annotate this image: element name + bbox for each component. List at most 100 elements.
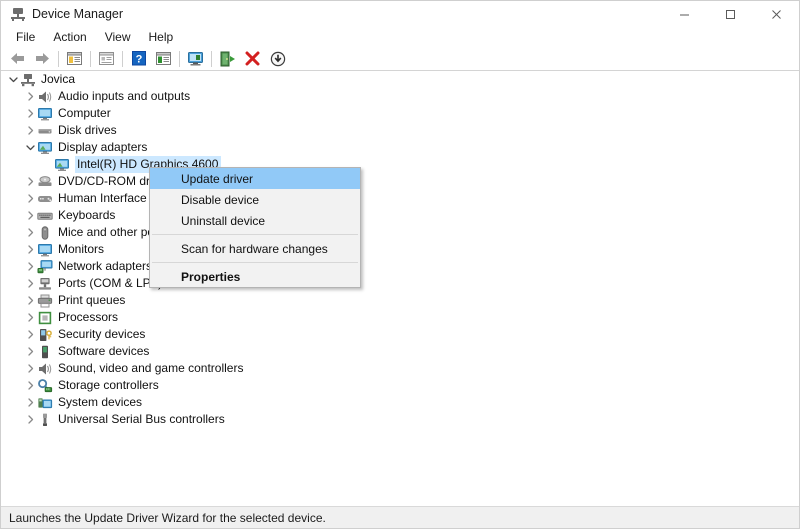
tree-row-label: Print queues <box>58 293 126 307</box>
tree-row-label: Network adapters <box>58 259 153 273</box>
chevron-right-icon[interactable] <box>24 411 37 428</box>
uninstall-device-button[interactable] <box>240 48 265 70</box>
tree-row-label: Display adapters <box>58 140 148 154</box>
view-list-button[interactable] <box>151 48 176 70</box>
properties-button[interactable] <box>94 48 119 70</box>
menu-file[interactable]: File <box>7 28 44 46</box>
menu-view[interactable]: View <box>96 28 140 46</box>
toolbar: ? <box>1 46 799 71</box>
storage-controller-icon <box>37 378 53 394</box>
update-driver-button[interactable] <box>215 48 240 70</box>
tree-row-dvd-cd-rom-drives[interactable]: DVD/CD-ROM drives <box>1 173 799 190</box>
chevron-right-icon[interactable] <box>24 292 37 309</box>
chevron-right-icon[interactable] <box>24 360 37 377</box>
chevron-right-icon[interactable] <box>24 343 37 360</box>
menu-help[interactable]: Help <box>140 28 183 46</box>
tree-row-label: Ports (COM & LPT) <box>58 276 163 290</box>
toolbar-separator-1 <box>58 50 59 67</box>
chevron-right-icon[interactable] <box>24 326 37 343</box>
computer-root-icon <box>20 72 36 88</box>
tree-row-label: Keyboards <box>58 208 116 222</box>
device-tree-pane[interactable]: Jovica Audio inputs and outputs Computer… <box>1 71 799 507</box>
chevron-right-icon[interactable] <box>24 394 37 411</box>
minimize-button[interactable] <box>661 1 707 27</box>
tree-row-print-queues[interactable]: Print queues <box>1 292 799 309</box>
tree-row-mice-and-other-pointing-devices[interactable]: Mice and other pointing devices <box>1 224 799 241</box>
svg-text:?: ? <box>135 54 142 66</box>
tree-row-audio-inputs-and-outputs[interactable]: Audio inputs and outputs <box>1 88 799 105</box>
chevron-right-icon[interactable] <box>24 275 37 292</box>
tree-row-disk-drives[interactable]: Disk drives <box>1 122 799 139</box>
tree-row-processors[interactable]: Processors <box>1 309 799 326</box>
tree-row-root[interactable]: Jovica <box>1 71 799 88</box>
monitor-icon <box>37 106 53 122</box>
context-menu[interactable]: Update driver Disable device Uninstall d… <box>149 167 361 288</box>
tree-row-label: Jovica <box>41 72 76 86</box>
chevron-down-icon[interactable] <box>24 139 37 156</box>
dvd-drive-icon <box>37 174 53 190</box>
scan-for-hardware-changes-button[interactable] <box>183 48 208 70</box>
speaker-icon <box>37 361 53 377</box>
title-bar: Device Manager <box>1 1 799 27</box>
tree-row-ports-com-and-lpt[interactable]: Ports (COM & LPT) <box>1 275 799 292</box>
context-menu-item-scan-for-hardware-changes[interactable]: Scan for hardware changes <box>150 238 360 259</box>
context-menu-item-properties[interactable]: Properties <box>150 266 360 287</box>
tree-row-intel-hd-graphics[interactable]: Intel(R) HD Graphics 4600 <box>1 156 799 173</box>
chevron-right-icon[interactable] <box>24 258 37 275</box>
menu-action[interactable]: Action <box>44 28 95 46</box>
help-button[interactable]: ? <box>126 48 151 70</box>
show-hide-console-tree-button[interactable] <box>62 48 87 70</box>
chevron-right-icon[interactable] <box>24 122 37 139</box>
context-menu-item-label: Uninstall device <box>181 213 266 228</box>
close-button[interactable] <box>753 1 799 27</box>
tree-row-keyboards[interactable]: Keyboards <box>1 207 799 224</box>
tree-row-label: Processors <box>58 310 119 324</box>
context-menu-item-disable-device[interactable]: Disable device <box>150 189 360 210</box>
context-menu-item-update-driver[interactable]: Update driver <box>150 168 360 189</box>
chevron-right-icon[interactable] <box>24 309 37 326</box>
tree-row-software-devices[interactable]: Software devices <box>1 343 799 360</box>
context-menu-separator <box>152 234 358 235</box>
mouse-icon <box>37 225 53 241</box>
chevron-right-icon[interactable] <box>24 241 37 258</box>
chevron-right-icon[interactable] <box>24 377 37 394</box>
printer-icon <box>37 293 53 309</box>
device-manager-icon <box>10 6 26 22</box>
disable-device-button[interactable] <box>265 48 290 70</box>
tree-row-display-adapters[interactable]: Display adapters <box>1 139 799 156</box>
usb-icon <box>37 412 53 428</box>
tree-row-monitors[interactable]: Monitors <box>1 241 799 258</box>
keyboard-icon <box>37 208 53 224</box>
tree-row-computer[interactable]: Computer <box>1 105 799 122</box>
chevron-down-icon[interactable] <box>7 71 20 88</box>
back-button[interactable] <box>5 48 30 70</box>
chevron-right-icon[interactable] <box>24 207 37 224</box>
context-menu-item-label: Disable device <box>181 192 260 207</box>
tree-row-sound-video-and-game-controllers[interactable]: Sound, video and game controllers <box>1 360 799 377</box>
maximize-button[interactable] <box>707 1 753 27</box>
security-device-icon <box>37 327 53 343</box>
tree-row-label: Monitors <box>58 242 105 256</box>
window-title: Device Manager <box>32 7 124 21</box>
context-menu-separator <box>152 262 358 263</box>
network-adapter-icon <box>37 259 53 275</box>
tree-row-network-adapters[interactable]: Network adapters <box>1 258 799 275</box>
tree-row-label: Audio inputs and outputs <box>58 89 191 103</box>
tree-row-system-devices[interactable]: System devices <box>1 394 799 411</box>
speaker-icon <box>37 89 53 105</box>
tree-row-label: Computer <box>58 106 111 120</box>
chevron-right-icon[interactable] <box>24 224 37 241</box>
tree-row-storage-controllers[interactable]: Storage controllers <box>1 377 799 394</box>
context-menu-item-uninstall-device[interactable]: Uninstall device <box>150 210 360 231</box>
menu-bar: File Action View Help <box>1 27 799 46</box>
monitor-icon <box>37 242 53 258</box>
tree-row-universal-serial-bus-controllers[interactable]: Universal Serial Bus controllers <box>1 411 799 428</box>
tree-row-label: Universal Serial Bus controllers <box>58 412 225 426</box>
chevron-right-icon[interactable] <box>24 173 37 190</box>
tree-row-security-devices[interactable]: Security devices <box>1 326 799 343</box>
chevron-right-icon[interactable] <box>24 88 37 105</box>
chevron-right-icon[interactable] <box>24 105 37 122</box>
chevron-right-icon[interactable] <box>24 190 37 207</box>
forward-button[interactable] <box>30 48 55 70</box>
tree-row-human-interface-devices[interactable]: Human Interface Devices <box>1 190 799 207</box>
